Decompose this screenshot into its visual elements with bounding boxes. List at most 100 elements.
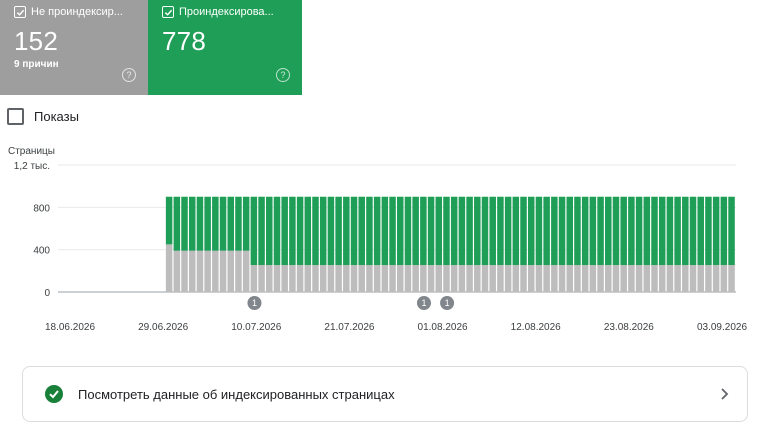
- checkbox-checked-icon[interactable]: [162, 6, 174, 18]
- bar-segment: [705, 265, 712, 292]
- bar-segment: [666, 265, 674, 292]
- bar-segment: [427, 196, 435, 266]
- bar-segment: [381, 265, 389, 292]
- bar-segment: [728, 196, 735, 266]
- bar-segment: [535, 196, 543, 266]
- bar-segment: [250, 196, 258, 266]
- bar-segment: [258, 265, 265, 292]
- bar-segment: [527, 196, 535, 266]
- help-icon[interactable]: ?: [276, 68, 290, 82]
- bar-segment: [605, 196, 612, 266]
- bar-segment: [628, 265, 635, 292]
- x-tick-label: 10.07.2026: [231, 322, 281, 333]
- bar-segment: [227, 196, 235, 251]
- bar-segment: [589, 265, 597, 292]
- bar-segment: [304, 265, 312, 292]
- bar-segment: [635, 265, 643, 292]
- bar-segment: [319, 196, 327, 266]
- bar-segment: [551, 265, 558, 292]
- bar-segment: [212, 250, 219, 292]
- bar-segment: [682, 265, 689, 292]
- bar-segment: [597, 196, 604, 266]
- bar-segment: [481, 196, 489, 266]
- bar-segment: [219, 196, 227, 251]
- bar-segment: [620, 196, 627, 266]
- bar-segment: [443, 265, 450, 292]
- bar-segment: [312, 196, 319, 266]
- bar-segment: [450, 196, 458, 266]
- bar-segment: [643, 196, 651, 266]
- bar-segment: [597, 265, 604, 292]
- bar-segment: [212, 196, 219, 251]
- not-indexed-card[interactable]: Не проиндексир... 152 9 причин ?: [0, 0, 148, 95]
- bar-segment: [489, 196, 496, 266]
- bar-segment: [327, 196, 335, 266]
- y-tick-label: 0: [44, 288, 50, 299]
- bar-segment: [551, 196, 558, 266]
- annotation-label: 1: [252, 298, 257, 308]
- bar-segment: [181, 196, 188, 251]
- bar-segment: [343, 196, 350, 266]
- bar-segment: [558, 196, 566, 266]
- x-tick-label: 12.08.2026: [511, 322, 561, 333]
- bar-segment: [682, 196, 689, 266]
- bar-segment: [589, 196, 597, 266]
- bar-segment: [389, 196, 396, 266]
- bar-segment: [474, 265, 481, 292]
- indexed-label: Проиндексирова...: [179, 6, 274, 18]
- bar-segment: [427, 265, 435, 292]
- bar-segment: [574, 265, 581, 292]
- bar-segment: [373, 196, 381, 266]
- bar-segment: [666, 196, 674, 266]
- bar-segment: [512, 265, 520, 292]
- bar-segment: [651, 196, 658, 266]
- bar-segment: [527, 265, 535, 292]
- x-tick-label: 03.09.2026: [697, 322, 747, 333]
- view-indexed-pages-label: Посмотреть данные об индексированных стр…: [78, 386, 395, 402]
- bar-segment: [605, 265, 612, 292]
- bar-segment: [165, 196, 173, 245]
- bar-segment: [497, 265, 504, 292]
- bar-segment: [450, 265, 458, 292]
- bar-segment: [458, 265, 466, 292]
- bar-segment: [705, 196, 712, 266]
- bar-segment: [289, 196, 296, 266]
- pages-chart: Страницы 1,2 тыс. 800 400 0 1 1 1 18.06.2026 29.0…: [8, 146, 747, 333]
- bar-segment: [204, 196, 211, 251]
- bar-segment: [581, 265, 589, 292]
- indexed-card[interactable]: Проиндексирова... 778 ?: [148, 0, 302, 95]
- bar-segment: [273, 265, 281, 292]
- checkbox-unchecked-icon[interactable]: [7, 108, 24, 125]
- bar-segment: [612, 265, 620, 292]
- bar-segment: [327, 265, 335, 292]
- bar-segment: [373, 265, 381, 292]
- bar-segment: [520, 196, 527, 266]
- not-indexed-count: 152: [14, 26, 58, 56]
- bar-segment: [712, 265, 720, 292]
- bar-segment: [435, 196, 443, 266]
- bar-segment: [474, 196, 481, 266]
- checkbox-checked-icon[interactable]: [14, 6, 26, 18]
- bar-segment: [273, 196, 281, 266]
- impressions-toggle[interactable]: Показы: [7, 108, 79, 125]
- y-tick-label: 1,2 тыс.: [14, 161, 50, 172]
- y-tick-label: 800: [33, 203, 50, 214]
- bar-segment: [366, 196, 373, 266]
- impressions-label: Показы: [34, 109, 79, 124]
- indexed-count: 778: [162, 26, 206, 56]
- bar-segment: [412, 196, 419, 266]
- bar-segment: [466, 196, 473, 266]
- bar-segment: [343, 265, 350, 292]
- bar-segment: [628, 196, 635, 266]
- bar-segment: [535, 265, 543, 292]
- help-icon[interactable]: ?: [122, 68, 136, 82]
- bar-segment: [250, 265, 258, 292]
- bar-segment: [458, 196, 466, 266]
- x-tick-label: 18.06.2026: [45, 322, 95, 333]
- bar-segment: [658, 265, 666, 292]
- bar-segment: [620, 265, 627, 292]
- view-indexed-pages-link[interactable]: Посмотреть данные об индексированных стр…: [22, 366, 748, 422]
- bar-segment: [289, 265, 296, 292]
- bar-segment: [181, 250, 188, 292]
- bar-segment: [219, 250, 227, 292]
